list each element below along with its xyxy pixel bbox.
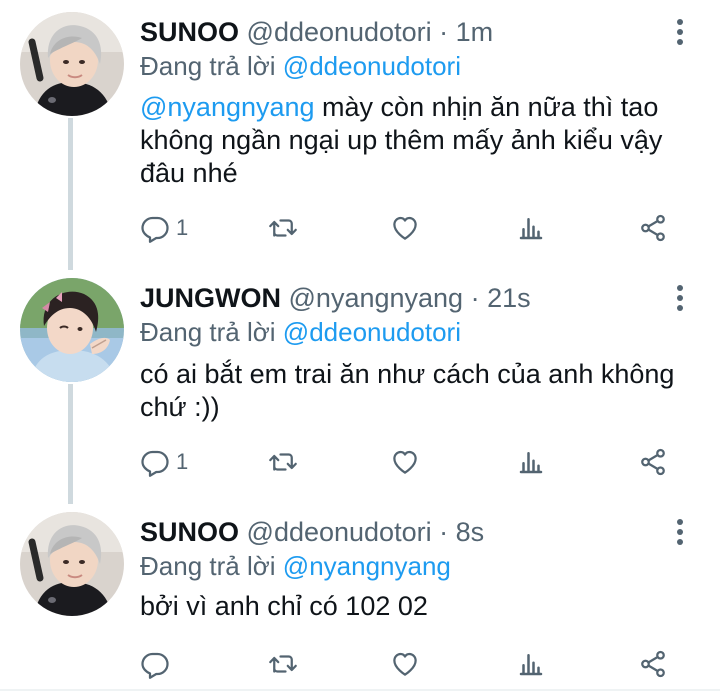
replying-to: Đang trả lời @ddeonudotori — [140, 312, 461, 352]
like-icon — [393, 652, 417, 676]
tweet-1[interactable]: SUNOO @ddeonudotori · 1m Đang trả lời @d… — [0, 12, 720, 262]
retweet-button[interactable] — [268, 646, 298, 682]
share-button[interactable] — [638, 646, 668, 682]
like-button[interactable] — [390, 210, 420, 246]
replying-label: Đang trả lời — [140, 317, 276, 347]
replying-to: Đang trả lời @ddeonudotori — [140, 46, 461, 86]
user-handle[interactable]: @ddeonudotori — [247, 17, 432, 47]
share-button[interactable] — [638, 210, 668, 246]
retweet-icon — [269, 655, 297, 673]
separator-dot: · — [439, 17, 449, 47]
display-name[interactable]: SUNOO — [140, 17, 239, 47]
avatar-image — [20, 278, 124, 382]
user-handle[interactable]: @nyangnyang — [289, 283, 464, 313]
share-icon — [641, 214, 665, 242]
tweet-body-text: bởi vì anh chỉ có 102 02 — [140, 591, 428, 621]
replying-label: Đang trả lời — [140, 551, 276, 581]
views-icon — [519, 218, 543, 240]
like-button[interactable] — [390, 444, 420, 480]
separator-dot: · — [439, 517, 449, 547]
reply-icon — [141, 652, 169, 679]
tweet-2[interactable]: JUNGWON @nyangnyang · 21s Đang trả lời @… — [0, 278, 720, 498]
like-icon — [393, 216, 417, 240]
display-name[interactable]: SUNOO — [140, 517, 239, 547]
text-mention[interactable]: @nyangnyang — [140, 92, 315, 122]
retweet-icon — [269, 219, 297, 237]
timestamp[interactable]: 8s — [456, 517, 485, 547]
tweet-text: bởi vì anh chỉ có 102 02 — [140, 590, 700, 623]
views-button[interactable] — [516, 646, 546, 682]
retweet-button[interactable] — [268, 444, 298, 480]
retweet-button[interactable] — [268, 210, 298, 246]
reply-button[interactable]: 1 — [140, 444, 188, 480]
replying-to: Đang trả lời @nyangnyang — [140, 546, 451, 586]
more-icon[interactable] — [670, 282, 690, 316]
retweet-icon — [269, 453, 297, 471]
avatar-image — [20, 512, 124, 616]
reply-count: 1 — [176, 215, 189, 240]
share-icon — [641, 650, 665, 678]
replying-label: Đang trả lời — [140, 51, 276, 81]
tweet-text: có ai bắt em trai ăn như cách của anh kh… — [140, 358, 700, 424]
reply-icon — [141, 216, 169, 243]
replying-mention[interactable]: @ddeonudotori — [283, 51, 461, 81]
reply-count: 1 — [176, 449, 189, 474]
reply-button[interactable]: 1 — [140, 210, 188, 246]
avatar[interactable] — [20, 512, 124, 616]
replying-mention[interactable]: @nyangnyang — [283, 551, 451, 581]
user-handle[interactable]: @ddeonudotori — [247, 517, 432, 547]
like-icon — [393, 450, 417, 474]
tweet-actions: 1 — [140, 210, 700, 246]
timestamp[interactable]: 21s — [487, 283, 531, 313]
views-button[interactable] — [516, 444, 546, 480]
more-icon[interactable] — [670, 516, 690, 550]
views-icon — [519, 452, 543, 474]
views-button[interactable] — [516, 210, 546, 246]
avatar[interactable] — [20, 12, 124, 116]
tweet-3[interactable]: SUNOO @ddeonudotori · 8s Đang trả lời @n… — [0, 512, 720, 690]
avatar-image — [20, 12, 124, 116]
tweet-text: @nyangnyang mày còn nhịn ăn nữa thì tao … — [140, 91, 700, 190]
views-icon — [519, 654, 543, 676]
more-icon[interactable] — [670, 16, 690, 50]
share-button[interactable] — [638, 444, 668, 480]
display-name[interactable]: JUNGWON — [140, 283, 281, 313]
tweet-actions — [140, 646, 700, 682]
timestamp[interactable]: 1m — [456, 17, 494, 47]
tweet-body-text: có ai bắt em trai ăn như cách của anh kh… — [140, 359, 675, 422]
tweet-actions: 1 — [140, 444, 700, 480]
like-button[interactable] — [390, 646, 420, 682]
share-icon — [641, 448, 665, 476]
reply-button[interactable] — [140, 646, 176, 682]
replying-mention[interactable]: @ddeonudotori — [283, 317, 461, 347]
separator-dot: · — [470, 283, 480, 313]
reply-icon — [141, 450, 169, 477]
avatar[interactable] — [20, 278, 124, 382]
